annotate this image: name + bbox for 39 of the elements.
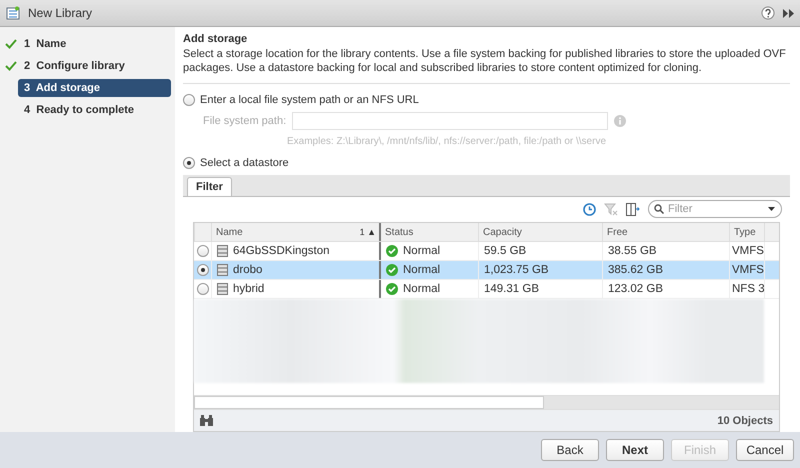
table-cell: 59.5 GB: [484, 245, 526, 257]
section-title: Add storage: [183, 33, 248, 45]
table-row[interactable]: drobo Normal 1,023.75 GB 385.62 GB VMFS: [194, 261, 779, 280]
column-header[interactable]: Type: [729, 223, 764, 241]
table-cell: Normal: [403, 283, 440, 295]
filter-field[interactable]: Filter: [648, 200, 782, 218]
wizard-step[interactable]: 3 Add storage: [18, 79, 171, 97]
table-cell: hybrid: [233, 283, 264, 295]
table-cell: VMFS: [732, 264, 764, 276]
wizard-step[interactable]: 2 Configure library: [18, 57, 171, 75]
wizard-button[interactable]: Next: [606, 439, 664, 461]
table-cell: drobo: [233, 264, 262, 276]
wizard-button[interactable]: Back: [541, 439, 599, 461]
column-header[interactable]: Status: [379, 223, 478, 241]
column-header[interactable]: Capacity: [478, 223, 602, 241]
field-label: File system path:: [203, 115, 286, 127]
table-cell: 123.02 GB: [608, 283, 663, 295]
object-count: 10 Objects: [717, 414, 773, 426]
table-cell: NFS 3: [732, 283, 764, 295]
radio-option[interactable]: Select a datastore: [183, 157, 790, 169]
table-cell: 1,023.75 GB: [484, 264, 549, 276]
table-cell: VMFS: [732, 245, 764, 257]
radio-option[interactable]: Enter a local file system path or an NFS URL: [183, 94, 790, 106]
section-description: Select a storage location for the library contents. Use a file system backing for published libraries to store the uploaded OVF packages. Use a datastore backing for local and subscribed libraries to store content optimized for cloning.: [183, 47, 790, 84]
path-hint: Examples: Z:\Library\, /mnt/nfs/lib/, nfs://server:/path, file:/path or \\serve: [287, 136, 608, 147]
table-cell: 149.31 GB: [484, 283, 539, 295]
table-cell: 64GbSSDKingston: [233, 245, 330, 257]
wizard-step[interactable]: 4 Ready to complete: [18, 101, 171, 119]
wizard-step[interactable]: 1 Name: [18, 35, 171, 53]
column-header[interactable]: Name 1 ▲: [211, 223, 379, 241]
wizard-button[interactable]: Cancel: [736, 439, 794, 461]
column-header[interactable]: Free: [602, 223, 729, 241]
filter-tab[interactable]: Filter: [187, 176, 232, 196]
table-cell: 38.55 GB: [608, 245, 657, 257]
table-cell: Normal: [403, 245, 440, 257]
table-cell: 385.62 GB: [608, 264, 663, 276]
window-title: New Library: [28, 6, 94, 20]
sort-indicator: 1 ▲: [360, 227, 376, 237]
table-cell: Normal: [403, 264, 440, 276]
